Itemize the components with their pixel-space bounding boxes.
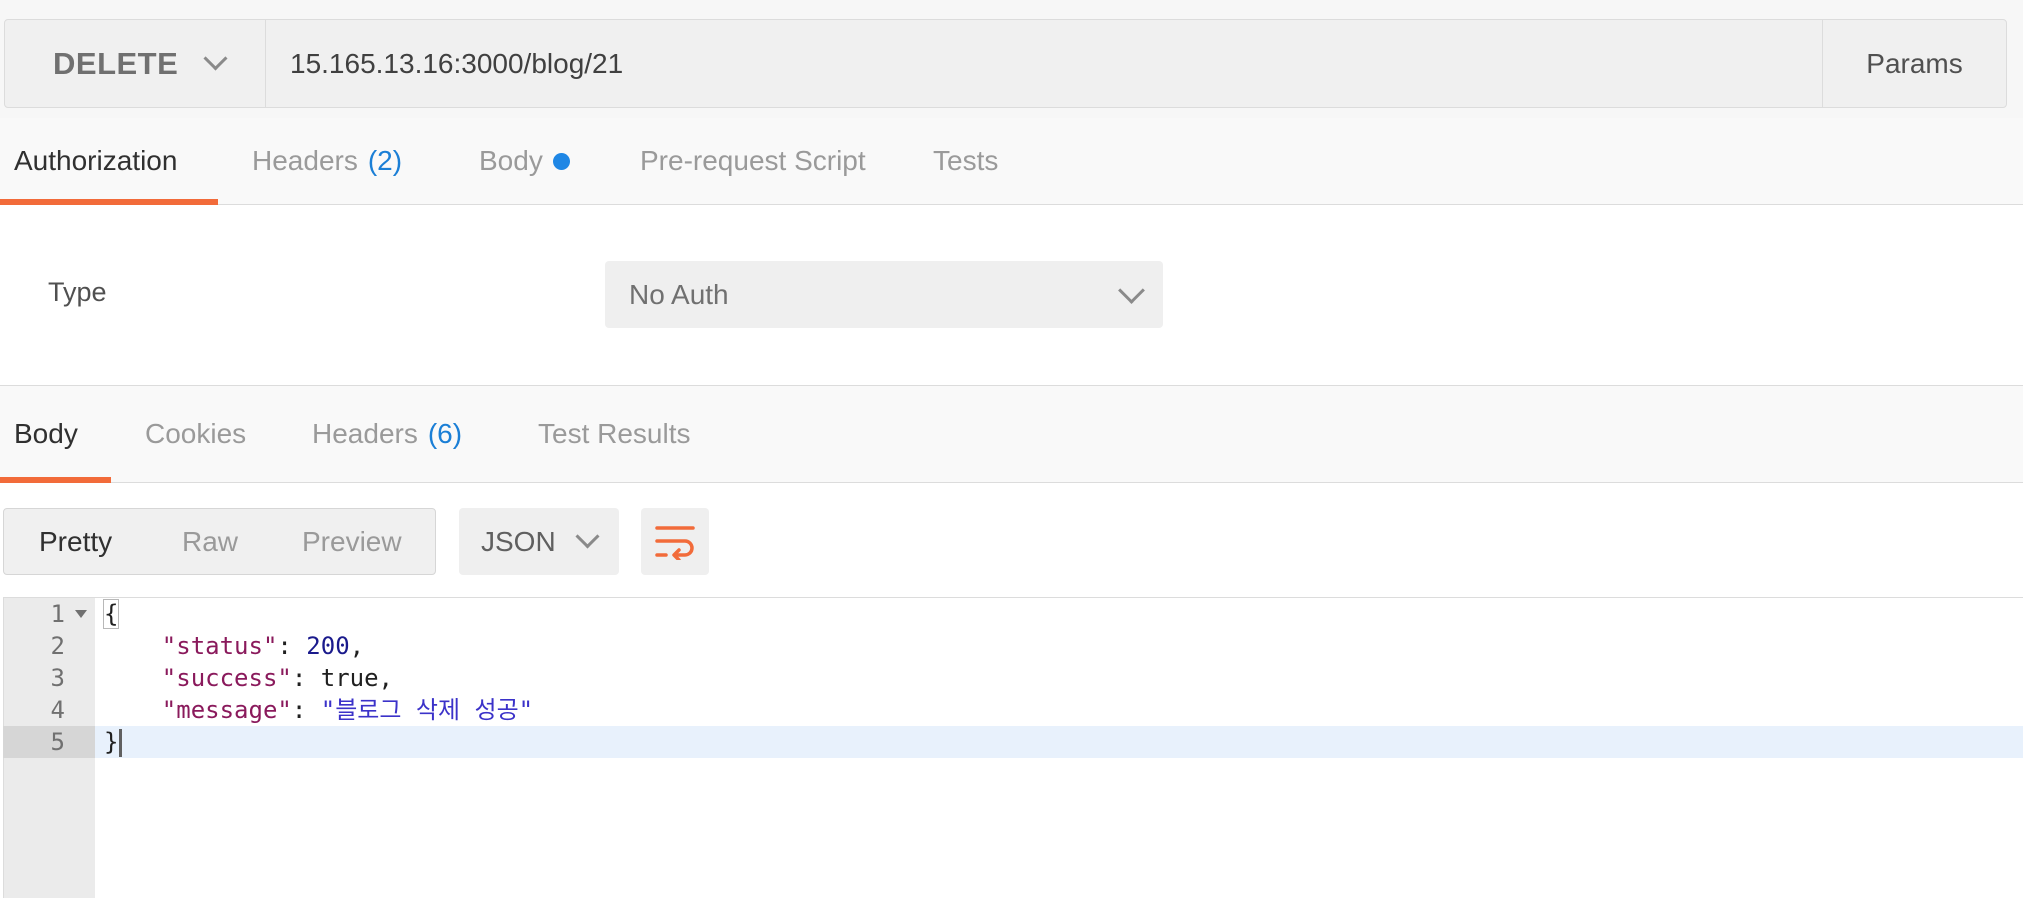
text-cursor: [119, 729, 123, 757]
json-value: "블로그 삭제 성공": [320, 696, 534, 724]
format-select[interactable]: JSON: [459, 508, 619, 575]
code-text: "status": 200,: [161, 632, 365, 660]
line-number: 5: [50, 728, 65, 756]
json-value: 200: [306, 632, 350, 660]
code-text: {: [102, 598, 120, 630]
tab-label: Tests: [933, 145, 999, 176]
json-value: true: [320, 664, 379, 692]
request-tabs: Authorization Headers (2) Body Pre-reque…: [0, 118, 2023, 205]
code-line: 1 {: [3, 598, 2023, 630]
line-number-cell: 2: [3, 630, 95, 662]
params-button[interactable]: Params: [1822, 20, 2006, 107]
line-number-cell: 1: [3, 598, 95, 630]
tab-label: Body: [14, 418, 78, 449]
tab-test-results[interactable]: Test Results: [538, 386, 691, 482]
auth-type-value: No Auth: [629, 278, 729, 310]
tab-label: Authorization: [14, 145, 178, 176]
tab-response-body[interactable]: Body: [14, 386, 78, 482]
tab-label: Headers: [312, 418, 418, 449]
json-key: "message": [161, 696, 292, 724]
request-bar-area: DELETE Params: [0, 0, 2023, 118]
response-toolbar: Pretty Raw Preview JSON: [0, 483, 2023, 597]
tab-label: Body: [479, 145, 543, 176]
line-number-cell: 5: [3, 726, 95, 758]
code-line-current: 5 }: [3, 726, 2023, 758]
chevron-down-icon: [204, 50, 224, 70]
view-preview-button[interactable]: Preview: [302, 526, 402, 558]
tab-label: Cookies: [145, 418, 247, 449]
response-tabs: Body Cookies Headers (6) Test Results: [0, 386, 2023, 483]
json-key: "success": [161, 664, 292, 692]
url-input[interactable]: [266, 20, 1822, 107]
headers-count: (2): [367, 145, 403, 176]
code-line: 2 "status": 200,: [3, 630, 2023, 662]
line-number: 2: [50, 632, 65, 660]
method-label: DELETE: [53, 45, 179, 81]
tab-label: Pre-request Script: [640, 145, 866, 176]
json-key: "status": [161, 632, 278, 660]
tab-response-headers[interactable]: Headers (6): [312, 386, 462, 482]
line-number-cell: 3: [3, 662, 95, 694]
tab-authorization[interactable]: Authorization: [14, 118, 177, 204]
chevron-down-icon: [1119, 281, 1139, 301]
tab-label: Test Results: [538, 418, 691, 449]
close-brace: }: [104, 728, 119, 756]
response-body-editor[interactable]: 1 { 2 "status": 200, 3 "success": true, …: [3, 597, 2023, 898]
wrap-lines-icon: [655, 525, 695, 560]
code-line: 4 "message": "블로그 삭제 성공": [3, 694, 2023, 726]
method-select[interactable]: DELETE: [5, 20, 266, 107]
line-number: 4: [50, 696, 65, 724]
response-headers-count: (6): [427, 418, 463, 449]
code-line: 3 "success": true,: [3, 662, 2023, 694]
auth-type-select[interactable]: No Auth: [605, 261, 1163, 328]
tab-headers[interactable]: Headers (2): [252, 118, 402, 204]
open-brace: {: [102, 599, 120, 629]
view-mode-group: Pretty Raw Preview: [3, 508, 436, 575]
line-number: 3: [50, 664, 65, 692]
tab-pre-request-script[interactable]: Pre-request Script: [640, 118, 866, 204]
tab-body[interactable]: Body: [479, 118, 570, 204]
format-value: JSON: [481, 525, 556, 557]
line-number: 1: [50, 600, 65, 628]
line-number-cell: 4: [3, 694, 95, 726]
auth-type-label: Type: [48, 277, 107, 307]
body-modified-dot-icon: [552, 152, 570, 170]
chevron-down-icon: [576, 528, 596, 548]
tab-cookies[interactable]: Cookies: [145, 386, 246, 482]
code-text: "success": true,: [161, 664, 393, 692]
code-text: }: [104, 726, 123, 758]
code-text: "message": "블로그 삭제 성공": [161, 696, 534, 724]
tab-label: Headers: [252, 145, 358, 176]
wrap-lines-button[interactable]: [641, 508, 709, 575]
tab-tests[interactable]: Tests: [933, 118, 998, 204]
request-url-bar: DELETE Params: [4, 19, 2007, 108]
fold-arrow-icon[interactable]: [75, 610, 87, 618]
view-raw-button[interactable]: Raw: [182, 526, 238, 558]
view-pretty-button[interactable]: Pretty: [39, 526, 112, 558]
